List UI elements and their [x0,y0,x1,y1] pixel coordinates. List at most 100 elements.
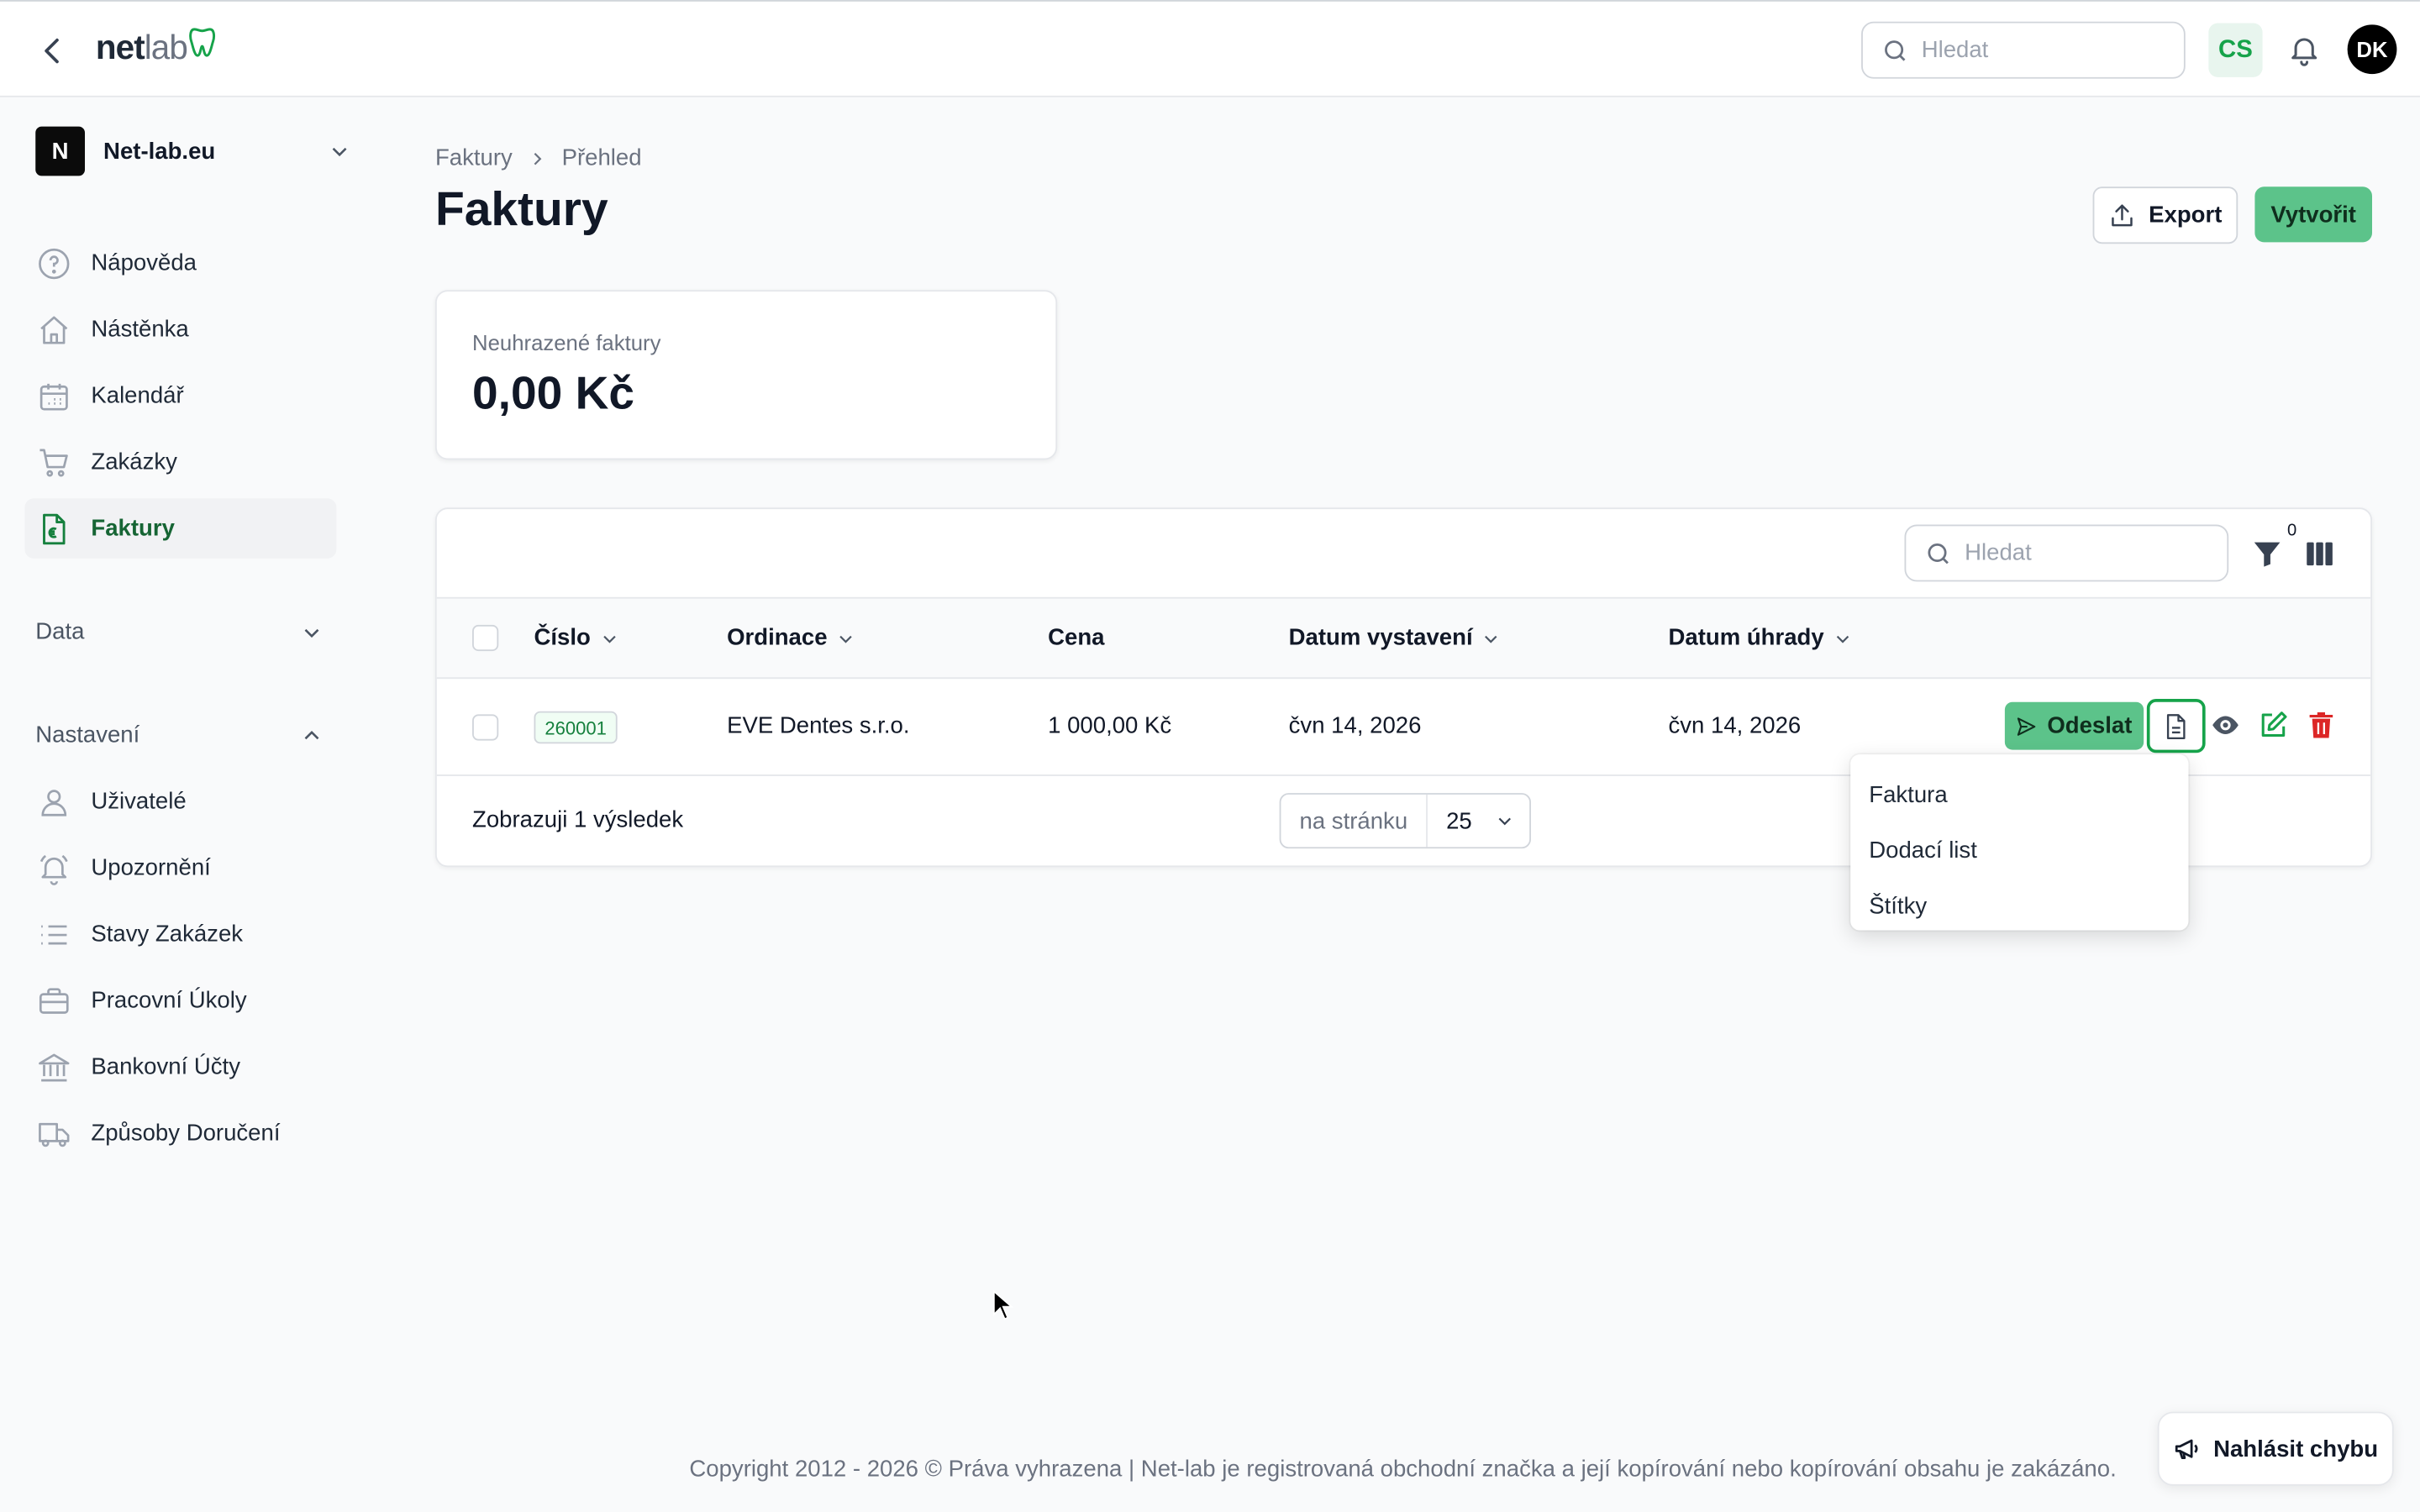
sidebar-section-settings[interactable]: Nastavení [35,722,323,748]
document-dropdown-menu: Faktura Dodací list Štítky [1850,754,2189,933]
chevron-down-icon [602,634,616,643]
chevron-up-icon [304,730,319,739]
briefcase-icon [39,987,69,1013]
sidebar-section-data[interactable]: Data [35,619,323,645]
column-label: Ordinace [727,624,828,652]
sidebar-item-stavy-zakazek[interactable]: Stavy Zakázek [24,904,336,964]
columns-icon[interactable] [2304,538,2335,570]
sidebar-item-kalendar[interactable]: Kalendář [24,365,336,426]
truck-icon [39,1121,70,1147]
report-bug-label: Nahlásit chybu [2213,1436,2379,1462]
logo-lab-text: lab [144,28,188,66]
notifications-bell-icon[interactable] [2287,33,2321,66]
cart-icon [39,448,68,476]
document-menu-button[interactable] [2146,699,2206,753]
chevron-down-icon [1836,634,1849,643]
results-summary: Zobrazuji 1 výsledek [472,806,684,833]
filter-count: 0 [2286,521,2297,540]
select-all-checkbox[interactable] [472,624,499,652]
export-button[interactable]: Export [2092,186,2238,244]
back-arrow-icon[interactable] [34,33,71,70]
list-icon [41,924,67,944]
column-label: Cena [1048,624,1105,652]
sidebar-item-upozorneni[interactable]: Upozornění [24,837,336,898]
netlab-logo[interactable]: net lab [96,28,217,68]
column-header-practice[interactable]: Ordinace [727,625,855,651]
chevron-down-icon [332,147,347,157]
column-label: Číslo [534,624,591,652]
per-page-value-wrap[interactable]: 25 [1428,808,1529,834]
top-bar: netlab CS DK [0,0,2420,97]
settings-nav: Uživatelé Upozornění Stavy Zakázek Praco… [24,771,336,1169]
row-checkbox[interactable] [472,714,499,741]
help-icon [39,247,70,279]
sidebar-item-bankovni-ucty[interactable]: Bankovní Účty [24,1037,336,1097]
bell-icon [39,853,68,885]
price-cell: 1 000,00 Kč [1048,712,1172,739]
menu-item-invoice[interactable]: Faktura [1850,767,2188,822]
edit-icon[interactable] [2258,710,2289,741]
section-label: Data [35,618,85,645]
menu-item-labels[interactable]: Štítky [1850,878,2188,933]
send-icon [2018,717,2037,735]
logo-net-text: net [95,28,145,66]
per-page-label: na stránku [1281,794,1428,848]
user-avatar[interactable]: DK [2347,24,2397,75]
sidebar-item-label: Nástěnka [91,316,189,343]
global-search[interactable] [1861,21,2186,79]
due-date-cell: čvn 14, 2026 [1668,712,1802,739]
breadcrumb-item-faktury[interactable]: Faktury [435,145,513,171]
create-button[interactable]: Vytvořit [2254,186,2373,243]
per-page-select[interactable]: na stránku 25 [1279,793,1532,849]
column-header-due-date[interactable]: Datum úhrady [1668,625,1851,651]
filter-icon[interactable] [2252,538,2283,570]
sidebar-item-pracovni-ukoly[interactable]: Pracovní Úkoly [24,970,336,1031]
sidebar-item-nastenka[interactable]: Nástěnka [24,299,336,360]
calendar-icon [39,382,68,410]
send-button[interactable]: Odeslat [2004,701,2144,750]
sidebar-item-zakazky[interactable]: Zakázky [24,432,336,492]
table-search[interactable] [1904,524,2229,582]
per-page-value: 25 [1446,807,1472,834]
chevron-right-icon [534,152,542,165]
menu-item-delivery-note[interactable]: Dodací list [1850,822,2188,878]
chevron-down-icon [1498,817,1511,826]
sidebar-item-zpusoby-doruceni[interactable]: Způsoby Doručení [24,1103,336,1163]
sidebar-item-label: Uživatelé [91,788,187,815]
sidebar-item-label: Upozornění [91,854,211,881]
sidebar-nav: Nápověda Nástěnka Kalendář Zakázky Faktu… [24,233,337,564]
organization-name: Net-lab.eu [103,138,216,165]
mouse-cursor-icon [992,1289,1014,1320]
bank-icon [39,1053,70,1081]
sidebar-item-label: Způsoby Doručení [91,1120,281,1147]
view-eye-icon[interactable] [2210,710,2241,741]
sidebar-item-faktury[interactable]: Faktury [24,498,337,559]
table-search-input[interactable] [1965,539,2196,567]
chevron-down-icon [1485,634,1497,643]
column-label: Datum úhrady [1668,624,1824,652]
column-label: Datum vystavení [1288,624,1473,652]
breadcrumb-item-current: Přehled [561,144,642,171]
column-header-number[interactable]: Číslo [534,625,618,651]
megaphone-icon [2175,1439,2198,1460]
invoice-number-link[interactable]: 260001 [534,711,618,744]
search-icon [1885,39,1906,60]
organization-badge: N [35,126,86,176]
delete-trash-icon[interactable] [2306,710,2337,741]
chevron-down-icon [839,634,852,643]
sidebar-item-napoveda[interactable]: Nápověda [24,233,336,293]
organization-switcher[interactable]: N Net-lab.eu [35,126,350,176]
column-header-issue-date[interactable]: Datum vystavení [1289,625,1501,651]
language-switcher[interactable]: CS [2208,23,2263,77]
stat-label: Neuhrazené faktury [472,330,661,355]
page-title: Faktury [434,181,608,237]
report-bug-button[interactable]: Nahlásit chybu [2157,1411,2394,1486]
search-icon [1928,543,1949,564]
footer-copyright: Copyright 2012 - 2026 © Práva vyhrazena … [689,1456,2117,1483]
issue-date-cell: čvn 14, 2026 [1288,712,1422,739]
sidebar-item-label: Kalendář [91,382,184,409]
document-icon [2166,713,2186,739]
global-search-input[interactable] [1921,37,2154,64]
table-header: Číslo Ordinace Cena Datum vystavení Datu… [436,596,2371,680]
sidebar-item-uzivatele[interactable]: Uživatelé [24,771,336,832]
